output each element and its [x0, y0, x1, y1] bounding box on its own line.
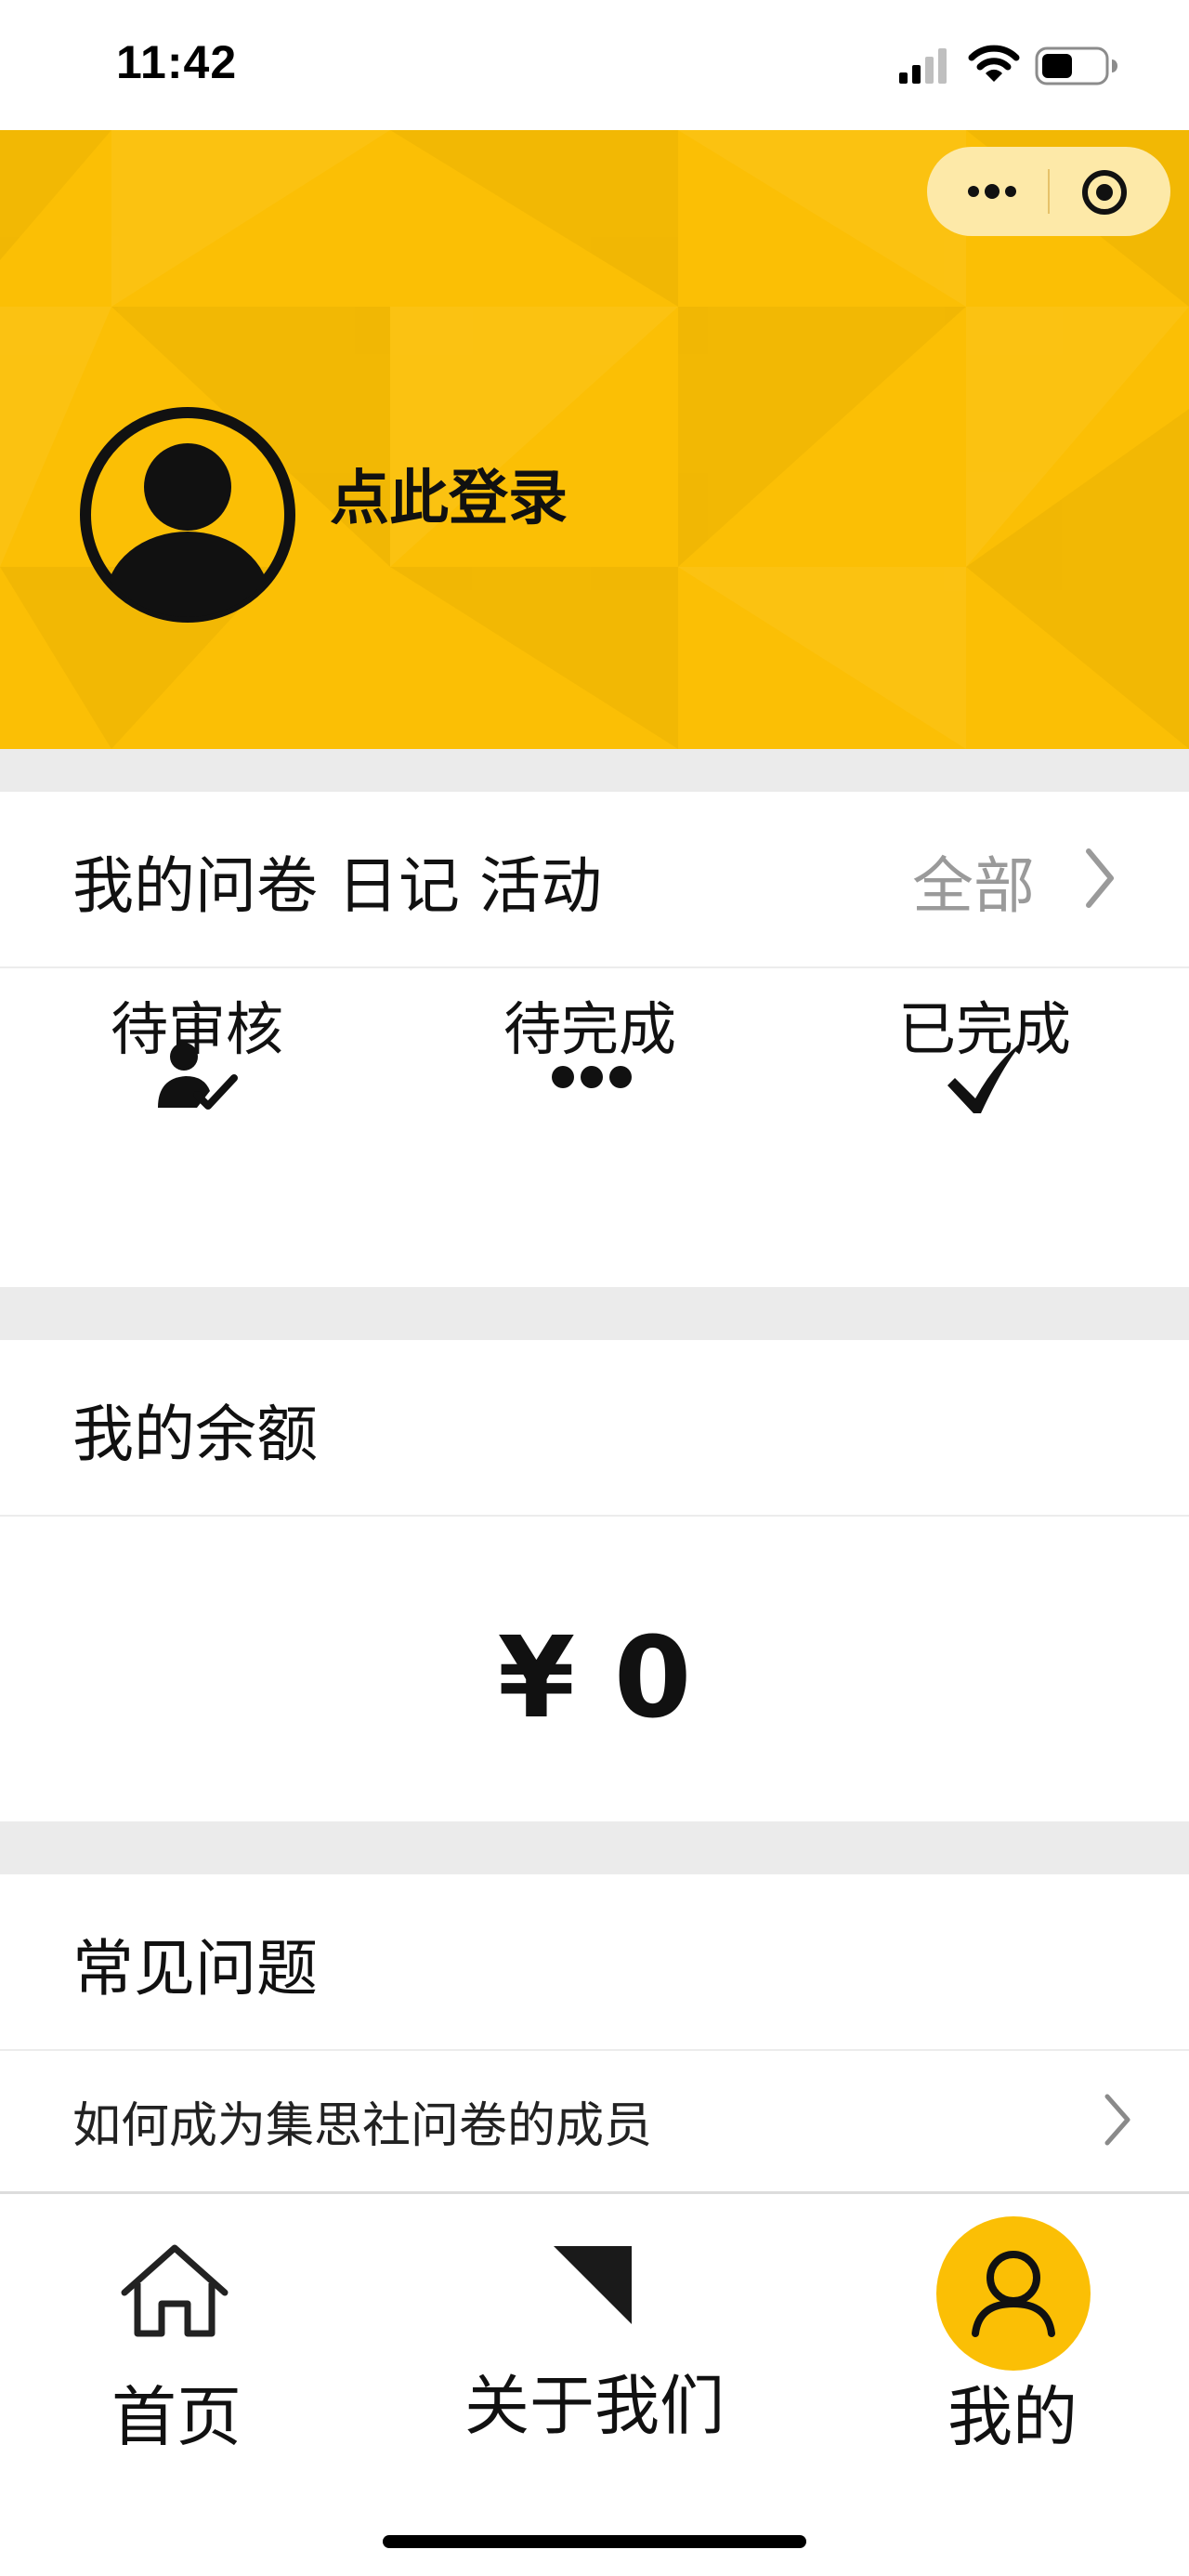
user-icon [936, 2216, 1091, 2371]
chevron-right-icon[interactable] [1102, 2092, 1133, 2148]
tab-home-label: 首页 [111, 2379, 242, 2455]
tab-mine-label: 我的 [947, 2379, 1078, 2455]
balance-amount: ¥ 0 [497, 1614, 692, 1743]
faq-title: 常见问题 [72, 1933, 318, 2004]
tab-home[interactable]: 首页 [56, 2194, 297, 2473]
home-indicator [383, 2535, 806, 2548]
faq-card: 常见问题 如何成为集思社问卷的成员 [0, 1874, 1189, 2191]
tab-about-label: 关于我们 [464, 2368, 725, 2444]
user-avatar-icon[interactable] [76, 403, 299, 626]
status-bar: 11:42 [0, 0, 1189, 130]
miniprogram-capsule [927, 147, 1170, 236]
home-icon [121, 2244, 229, 2337]
dots-icon[interactable] [550, 1063, 634, 1091]
tab-bar: 首页 关于我们 我的 [0, 2191, 1189, 2576]
status-to-complete[interactable]: 待完成 [451, 982, 729, 1066]
profile-header: 点此登录 [0, 130, 1189, 749]
more-dots-icon[interactable] [964, 180, 1020, 203]
my-items-title: 我的问卷 日记 活动 [72, 850, 602, 922]
wifi-icon [968, 45, 1020, 82]
login-prompt[interactable]: 点此登录 [330, 451, 568, 536]
tab-about[interactable]: 关于我们 [427, 2194, 762, 2473]
balance-title: 我的余额 [72, 1399, 318, 1470]
chevron-right-icon[interactable] [1081, 846, 1118, 911]
triangle-icon [554, 2246, 632, 2324]
status-completed[interactable]: 已完成 [845, 982, 1124, 1066]
battery-icon [1035, 46, 1117, 85]
status-pending-review[interactable]: 待审核 [58, 982, 336, 1066]
my-items-card: 我的问卷 日记 活动 全部 待审核 待完成 已完成 [0, 792, 1189, 1287]
signal-icon [899, 48, 947, 84]
balance-card: 我的余额 ¥ 0 [0, 1340, 1189, 1821]
target-circle-icon[interactable] [1079, 167, 1130, 217]
status-time: 11:42 [116, 36, 238, 88]
tab-mine[interactable]: 我的 [892, 2194, 1133, 2473]
view-all-link[interactable]: 全部 [912, 836, 1035, 926]
faq-item[interactable]: 如何成为集思社问卷的成员 [72, 2086, 652, 2156]
